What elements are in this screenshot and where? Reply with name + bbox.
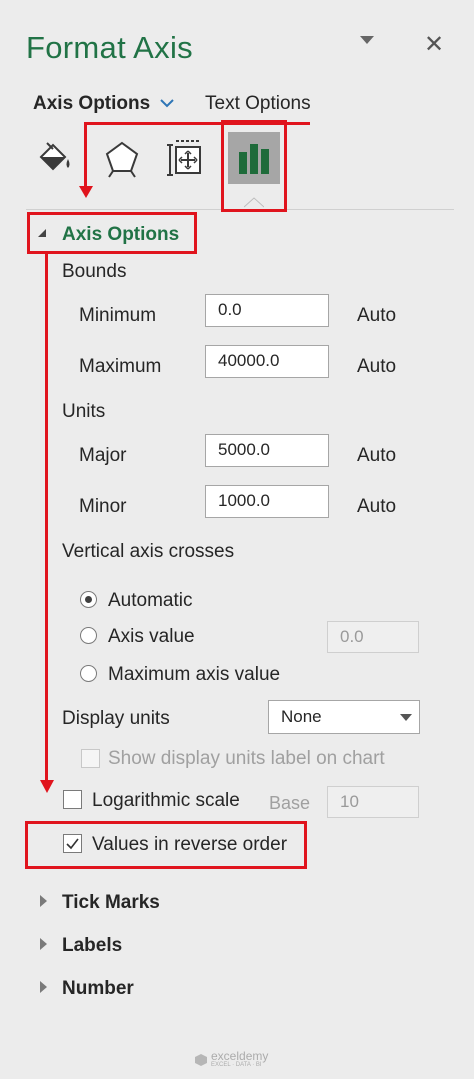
annotation-arrow-line xyxy=(45,252,48,782)
radio-maximum-axis-value-label[interactable]: Maximum axis value xyxy=(108,664,280,686)
checkmark-icon xyxy=(66,838,79,850)
annotation-arrowhead xyxy=(40,780,54,793)
chevron-down-icon[interactable] xyxy=(400,714,412,721)
show-units-label-text: Show display units label on chart xyxy=(108,748,385,769)
logarithmic-scale-checkbox[interactable] xyxy=(63,790,82,809)
collapse-triangle-icon[interactable] xyxy=(38,229,46,237)
base-input[interactable]: 10 xyxy=(327,786,419,818)
annotation-arrow-line xyxy=(84,122,87,190)
display-units-value: None xyxy=(281,707,322,726)
vertical-axis-crosses-label: Vertical axis crosses xyxy=(62,541,235,562)
annotation-box-axis-icon xyxy=(221,120,287,212)
expand-triangle-icon[interactable] xyxy=(40,895,47,907)
watermark: exceldemy EXCEL · DATA · BI xyxy=(195,1050,268,1069)
radio-automatic[interactable] xyxy=(80,591,97,608)
tab-text-options[interactable]: Text Options xyxy=(205,93,311,115)
pane-options-dropdown-icon[interactable] xyxy=(360,36,374,44)
major-auto-button[interactable]: Auto xyxy=(357,445,396,467)
reverse-order-checkbox[interactable] xyxy=(63,834,82,853)
effects-tab[interactable] xyxy=(96,132,148,184)
annotation-arrowhead xyxy=(79,186,93,198)
reverse-order-label[interactable]: Values in reverse order xyxy=(92,834,287,856)
display-units-label: Display units xyxy=(62,708,170,729)
logarithmic-scale-label[interactable]: Logarithmic scale xyxy=(92,790,240,812)
radio-axis-value[interactable] xyxy=(80,627,97,644)
fill-line-tab[interactable] xyxy=(28,132,80,184)
major-input[interactable]: 5000.0 xyxy=(205,434,329,467)
maximum-input[interactable]: 40000.0 xyxy=(205,345,329,378)
display-units-select[interactable]: None xyxy=(268,700,420,734)
radio-maximum-axis-value[interactable] xyxy=(80,665,97,682)
watermark-tagline: EXCEL · DATA · BI xyxy=(211,1062,262,1068)
base-label: Base xyxy=(269,793,311,813)
pane-title: Format Axis xyxy=(26,30,193,65)
maximum-auto-button[interactable]: Auto xyxy=(357,356,396,378)
fill-line-icon xyxy=(39,142,70,171)
chevron-down-icon[interactable] xyxy=(160,96,174,110)
major-label: Major xyxy=(79,445,127,466)
minor-auto-button[interactable]: Auto xyxy=(357,496,396,518)
section-axis-options[interactable]: Axis Options xyxy=(62,224,179,246)
minor-label: Minor xyxy=(79,496,127,517)
maximum-label: Maximum xyxy=(79,356,162,377)
size-properties-tab[interactable] xyxy=(160,132,212,184)
minimum-auto-button[interactable]: Auto xyxy=(357,305,396,327)
expand-triangle-icon[interactable] xyxy=(40,938,47,950)
section-tick-marks[interactable]: Tick Marks xyxy=(62,892,160,914)
show-units-label-checkbox[interactable] xyxy=(81,749,100,768)
exceldemy-logo-icon xyxy=(195,1053,207,1066)
size-properties-icon xyxy=(167,140,201,176)
section-labels[interactable]: Labels xyxy=(62,935,122,957)
minimum-label: Minimum xyxy=(79,305,157,326)
section-number[interactable]: Number xyxy=(62,978,134,1000)
radio-axis-value-label[interactable]: Axis value xyxy=(108,626,195,648)
minimum-input[interactable]: 0.0 xyxy=(205,294,329,327)
close-icon[interactable]: ✕ xyxy=(424,30,444,60)
minor-input[interactable]: 1000.0 xyxy=(205,485,329,518)
expand-triangle-icon[interactable] xyxy=(40,981,47,993)
axis-value-input[interactable]: 0.0 xyxy=(327,621,419,653)
watermark-name: exceldemy xyxy=(211,1049,269,1063)
units-label: Units xyxy=(62,401,106,422)
radio-automatic-label[interactable]: Automatic xyxy=(108,590,192,612)
tab-axis-options[interactable]: Axis Options xyxy=(33,93,150,115)
bounds-label: Bounds xyxy=(62,261,127,282)
effects-icon xyxy=(105,141,139,178)
